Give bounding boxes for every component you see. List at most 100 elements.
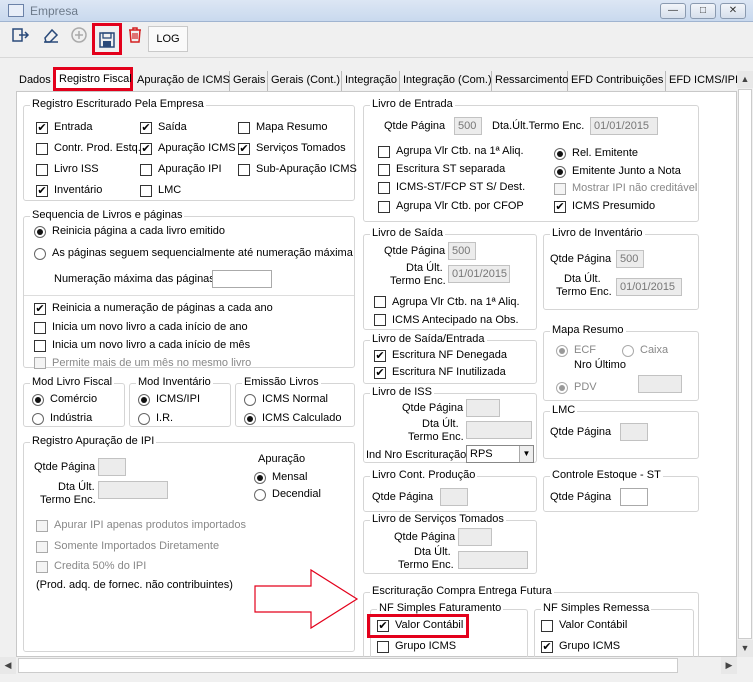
checkbox-nf-inutilizada[interactable]: ✔: [374, 367, 386, 379]
radio-caixa[interactable]: [622, 345, 634, 357]
nro-ultimo-input[interactable]: [638, 375, 682, 393]
radio-ir[interactable]: [138, 413, 150, 425]
checkbox-rem-grupo-icms[interactable]: ✔: [541, 641, 553, 653]
inventario-qtde-input[interactable]: 500: [616, 250, 644, 268]
scroll-thumb-h[interactable]: [18, 658, 678, 673]
group-title: Registro Escriturado Pela Empresa: [30, 98, 206, 110]
checkbox-contr-prod[interactable]: [36, 143, 48, 155]
entrada-qtde-input[interactable]: 500: [454, 117, 482, 135]
servicos-dta-input[interactable]: [458, 551, 528, 569]
eraser-icon[interactable]: [38, 26, 64, 52]
radio-pdv[interactable]: [556, 382, 568, 394]
group-title: Livro de Entrada: [370, 98, 455, 110]
radio-icms-calculado[interactable]: [244, 413, 256, 425]
maximize-button[interactable]: □: [690, 3, 716, 19]
saida-qtde-input[interactable]: 500: [448, 242, 476, 260]
tab-gerais-cont[interactable]: Gerais (Cont.): [268, 71, 342, 91]
checkbox-icms-antecipado[interactable]: [374, 314, 386, 326]
checkbox-reinicia-ano[interactable]: ✔: [34, 303, 46, 315]
checkbox-novo-livro-ano[interactable]: [34, 322, 46, 334]
radio-industria[interactable]: [32, 413, 44, 425]
checkbox-rem-valor-contabil[interactable]: [541, 620, 553, 632]
radio-rel-emitente[interactable]: [554, 148, 566, 160]
radio-comercio[interactable]: [32, 394, 44, 406]
vertical-scrollbar[interactable]: ▲ ▼: [737, 71, 753, 657]
checkbox-lmc[interactable]: [140, 185, 152, 197]
save-icon[interactable]: [92, 23, 122, 55]
radio-emitente-junto[interactable]: [554, 166, 566, 178]
checkbox-fat-grupo-icms[interactable]: [377, 641, 389, 653]
scroll-right-icon[interactable]: ▶: [721, 657, 737, 674]
tab-apuracao-icms[interactable]: Apuração de ICMS: [134, 71, 230, 91]
radio-ecf[interactable]: [556, 345, 568, 357]
checkbox-agrupa-aliq[interactable]: [378, 146, 390, 158]
horizontal-scrollbar[interactable]: ◀ ▶: [0, 657, 737, 674]
checkbox-icms-st-fcp[interactable]: [378, 182, 390, 194]
label: Agrupa Vlr Ctb. por CFOP: [396, 200, 524, 212]
checkbox-nf-denegada[interactable]: ✔: [374, 350, 386, 362]
checkbox-apuracao-ipi[interactable]: [140, 164, 152, 176]
scroll-up-icon[interactable]: ▲: [737, 71, 753, 88]
radio-icms-ipi[interactable]: [138, 394, 150, 406]
checkbox-saida-agrupa[interactable]: [374, 296, 386, 308]
saida-dta-input[interactable]: 01/01/2015: [448, 265, 510, 283]
tab-registro-fiscal[interactable]: Registro Fiscal: [53, 67, 133, 91]
tab-dados[interactable]: Dados: [16, 71, 54, 91]
checkbox-apurar-ipi-importados[interactable]: [36, 520, 48, 532]
lmc-qtde-input[interactable]: [620, 423, 648, 441]
iss-qtde-input[interactable]: [466, 399, 500, 417]
radio-icms-normal[interactable]: [244, 394, 256, 406]
scroll-left-icon[interactable]: ◀: [0, 657, 16, 674]
inventario-dta-input[interactable]: 01/01/2015: [616, 278, 682, 296]
checkbox-novo-livro-mes[interactable]: [34, 340, 46, 352]
group-title: Sequencia de Livros e páginas: [30, 209, 185, 221]
checkbox-icms-presumido[interactable]: ✔: [554, 201, 566, 213]
ipi-qtde-input[interactable]: [98, 458, 126, 476]
radio-reinicia-pagina[interactable]: [34, 226, 46, 238]
scroll-down-icon[interactable]: ▼: [737, 640, 753, 657]
exit-icon[interactable]: [8, 26, 34, 52]
tab-ressarcimento[interactable]: Ressarcimento: [492, 71, 568, 91]
checkbox-sub-apuracao[interactable]: [238, 164, 250, 176]
iss-dta-input[interactable]: [466, 421, 532, 439]
checkbox-agrupa-cfop[interactable]: [378, 201, 390, 213]
servicos-qtde-input[interactable]: [458, 528, 492, 546]
radio-decendial[interactable]: [254, 489, 266, 501]
delete-icon[interactable]: [122, 26, 148, 52]
checkbox-somente-importados[interactable]: [36, 541, 48, 553]
checkbox-apuracao-icms[interactable]: ✔: [140, 143, 152, 155]
checkbox-inventario[interactable]: ✔: [36, 185, 48, 197]
ipi-dta-input[interactable]: [98, 481, 168, 499]
radio-paginas-sequenciais[interactable]: [34, 248, 46, 260]
tab-gerais[interactable]: Gerais: [230, 71, 268, 91]
checkbox-escritura-st[interactable]: [378, 164, 390, 176]
producao-qtde-input[interactable]: [440, 488, 468, 506]
close-button[interactable]: ✕: [720, 3, 746, 19]
estoque-qtde-input[interactable]: [620, 488, 648, 506]
tab-efd-icms-ipi[interactable]: EFD ICMS/IPI: [666, 71, 740, 91]
entrada-dta-input[interactable]: 01/01/2015: [590, 117, 658, 135]
checkbox-saida[interactable]: ✔: [140, 122, 152, 134]
label: Termo Enc.: [40, 494, 96, 506]
ind-nro-select[interactable]: RPS ▼: [466, 445, 534, 463]
group-mod-livro-fiscal: Mod Livro Fiscal Comércio Indústria: [23, 376, 125, 427]
group-servicos-tomados: Livro de Serviços Tomados Qtde Página Dt…: [363, 513, 537, 574]
checkbox-livro-iss[interactable]: [36, 164, 48, 176]
minimize-button[interactable]: —: [660, 3, 686, 19]
radio-mensal[interactable]: [254, 472, 266, 484]
checkbox-fat-valor-contabil[interactable]: ✔: [377, 620, 389, 632]
add-icon[interactable]: [66, 26, 92, 52]
tab-efd-contribuicoes[interactable]: EFD Contribuições: [568, 71, 666, 91]
scroll-thumb[interactable]: [738, 89, 752, 639]
log-button[interactable]: LOG: [148, 26, 188, 52]
checkbox-mostrar-ipi[interactable]: [554, 183, 566, 195]
checkbox-servicos-tomados[interactable]: ✔: [238, 143, 250, 155]
checkbox-credita-50[interactable]: [36, 561, 48, 573]
checkbox-permite-mais-mes[interactable]: [34, 357, 46, 369]
checkbox-mapa-resumo[interactable]: [238, 122, 250, 134]
tab-integracao[interactable]: Integração: [342, 71, 400, 91]
arrow-icon: [254, 568, 359, 630]
checkbox-entrada[interactable]: ✔: [36, 122, 48, 134]
max-pages-input[interactable]: [212, 270, 272, 288]
tab-integracao-com[interactable]: Integração (Com.): [400, 71, 492, 91]
